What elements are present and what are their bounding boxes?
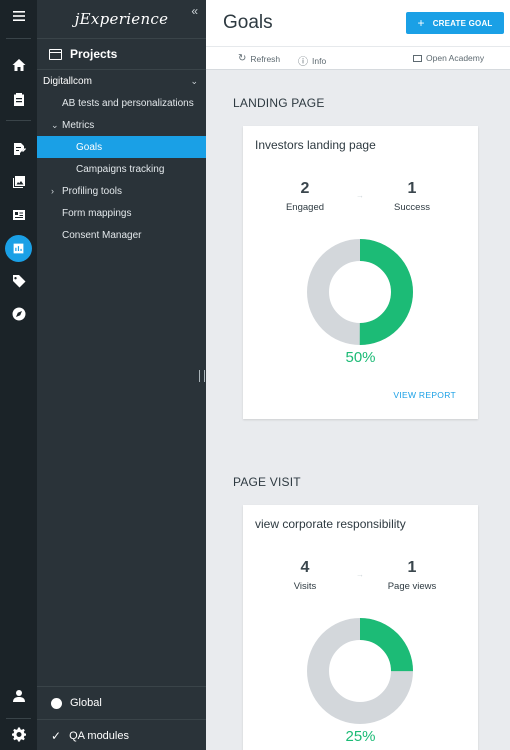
qa-modules-button[interactable]: ✓ QA modules [37, 719, 206, 750]
refresh-label: Refresh [250, 53, 281, 64]
qa-modules-label: QA modules [69, 730, 129, 742]
info-icon: ⓘ [298, 57, 308, 68]
open-academy-button[interactable]: Open Academy [413, 53, 484, 63]
sidebar-item-label: Profiling tools [62, 185, 123, 197]
arrow-right-icon: → [356, 191, 364, 200]
chevron-right-icon: › [51, 186, 54, 196]
info-button[interactable]: ⓘ Info [298, 53, 327, 69]
main-content: Goals + CREATE GOAL ↻ Refresh ⓘ Info Ope… [206, 0, 510, 750]
home-icon[interactable] [0, 49, 37, 81]
sidebar-item-form-mappings[interactable]: Form mappings [37, 202, 206, 224]
visits-label: Visits [293, 581, 317, 592]
conversion-donut [307, 618, 413, 724]
section-title: LANDING PAGE [233, 96, 325, 110]
create-goal-button[interactable]: + CREATE GOAL [406, 12, 504, 34]
side-panel: jExperience « Projects Digitallcom ⌄ AB … [37, 0, 206, 750]
global-label: Global [70, 697, 102, 709]
sidebar-item-ab-tests[interactable]: AB tests and personalizations [37, 92, 206, 114]
create-goal-label: CREATE GOAL [432, 18, 493, 28]
refresh-icon: ↻ [238, 53, 247, 64]
page-views-count: 1 [407, 559, 417, 576]
panel-resize-handle[interactable] [199, 370, 205, 382]
window-icon [49, 48, 62, 60]
tag-icon[interactable] [0, 265, 37, 297]
active-indicator [5, 234, 32, 262]
sidebar-item-goals[interactable]: Goals [37, 136, 206, 158]
conversion-donut [307, 239, 413, 345]
projects-label: Projects [70, 47, 118, 61]
page-views-metric: 1 Page views [372, 559, 452, 592]
success-metric: 1 Success [372, 180, 452, 213]
collapse-panel-button[interactable]: « [191, 4, 198, 18]
user-icon[interactable] [0, 680, 37, 712]
globe-icon [51, 697, 62, 709]
global-button[interactable]: Global [37, 686, 206, 719]
sidebar-item-label: Goals [76, 141, 103, 153]
toolbar: ↻ Refresh ⓘ Info Open Academy [206, 46, 510, 70]
visits-metric: 4 Visits [265, 559, 345, 592]
book-icon [413, 54, 422, 62]
sidebar-item-label: AB tests and personalizations [62, 97, 194, 109]
sidebar-item-label: Campaigns tracking [76, 163, 165, 175]
compass-icon[interactable] [0, 298, 37, 330]
rail-divider [6, 38, 31, 39]
goal-name: view corporate responsibility [255, 517, 406, 531]
plus-icon: + [417, 16, 425, 30]
clipboard-icon[interactable] [0, 83, 37, 115]
sidebar-item-campaigns-tracking[interactable]: Campaigns tracking [37, 158, 206, 180]
sidebar-item-label: Form mappings [62, 207, 132, 219]
success-count: 1 [407, 180, 417, 197]
chevron-down-icon: ⌄ [51, 119, 59, 130]
engaged-count: 2 [300, 180, 310, 197]
engaged-label: Engaged [285, 202, 325, 213]
projects-header[interactable]: Projects [37, 38, 206, 70]
site-name: Digitallcom [43, 75, 92, 87]
sidebar-item-label: Metrics [62, 119, 95, 131]
images-icon[interactable] [0, 166, 37, 198]
icon-rail [0, 0, 37, 750]
goal-card: Investors landing page 2 Engaged → 1 Suc… [243, 126, 478, 419]
brand-logo: jExperience [74, 9, 169, 28]
section-title: PAGE VISIT [233, 475, 301, 489]
info-label: Info [312, 55, 327, 66]
check-icon: ✓ [51, 729, 62, 743]
arrow-right-icon: → [356, 570, 364, 579]
success-label: Success [394, 202, 430, 213]
list-card-icon[interactable] [0, 199, 37, 231]
view-report-link[interactable]: VIEW REPORT [393, 390, 456, 400]
sidebar-item-profiling-tools[interactable]: › Profiling tools [37, 180, 206, 202]
goal-name: Investors landing page [255, 138, 376, 152]
sidebar-item-label: Consent Manager [62, 229, 142, 241]
chevron-down-icon: ⌄ [190, 75, 198, 86]
sidebar-item-metrics[interactable]: ⌄ Metrics [37, 114, 206, 136]
gear-icon[interactable] [0, 718, 37, 750]
conversion-percent: 50% [345, 349, 376, 366]
visits-count: 4 [300, 559, 310, 576]
navigation-tree: Digitallcom ⌄ AB tests and personalizati… [37, 70, 206, 246]
conversion-percent: 25% [345, 728, 376, 745]
refresh-button[interactable]: ↻ Refresh [238, 53, 280, 64]
chart-icon[interactable] [0, 232, 37, 264]
rail-divider [6, 120, 31, 121]
menu-icon[interactable] [0, 0, 37, 32]
page-views-label: Page views [387, 581, 437, 592]
page-title: Goals [223, 12, 273, 33]
goal-card: view corporate responsibility 4 Visits →… [243, 505, 478, 750]
sidebar-item-consent-manager[interactable]: Consent Manager [37, 224, 206, 246]
engaged-metric: 2 Engaged [265, 180, 345, 213]
document-edit-icon[interactable] [0, 133, 37, 165]
site-selector[interactable]: Digitallcom ⌄ [37, 70, 206, 92]
open-academy-label: Open Academy [426, 53, 485, 63]
page-header: Goals + CREATE GOAL ↻ Refresh ⓘ Info Ope… [206, 0, 510, 70]
